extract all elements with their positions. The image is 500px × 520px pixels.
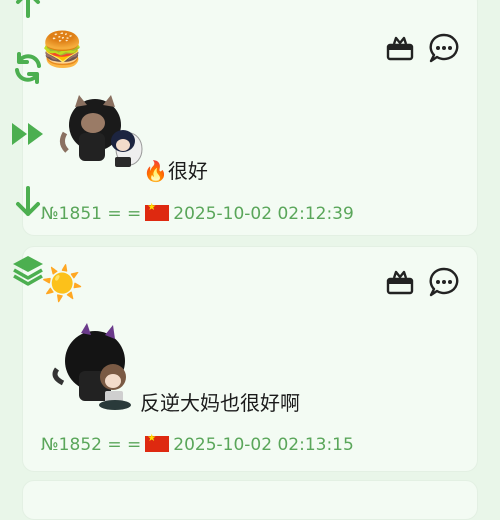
post-card: 🍔 🔥很好 №1851 = = 2025-10-02 02:12:39 (22, 0, 478, 236)
post-timestamp: 2025-10-02 02:12:39 (173, 204, 354, 224)
gift-icon[interactable] (385, 33, 415, 63)
comment-text: 🔥很好 (143, 159, 208, 183)
post-separator: = = (107, 204, 142, 224)
gift-icon[interactable] (385, 267, 415, 297)
comment-icon[interactable] (429, 33, 459, 63)
post-card: ☀️ 反逆大妈也很好啊 №1852 = = 2025-10-02 02:13:15 (22, 246, 478, 472)
comment-icon[interactable] (429, 267, 459, 297)
burger-emoji-icon: 🍔 (41, 30, 84, 70)
fast-forward-icon[interactable] (10, 116, 46, 152)
post-meta: №1851 = = 2025-10-02 02:12:39 (41, 202, 354, 224)
scroll-down-icon[interactable] (10, 184, 46, 220)
china-flag-icon (145, 202, 170, 221)
post-card (22, 480, 478, 520)
post-number: №1851 (41, 204, 102, 224)
post-timestamp: 2025-10-02 02:13:15 (173, 435, 354, 455)
sun-emoji-icon: ☀️ (41, 264, 84, 304)
layers-icon[interactable] (10, 252, 46, 288)
post-separator: = = (107, 435, 142, 455)
comment-text: 反逆大妈也很好啊 (140, 391, 300, 415)
refresh-icon[interactable] (10, 50, 46, 86)
avatar[interactable] (51, 323, 141, 413)
post-meta: №1852 = = 2025-10-02 02:13:15 (41, 433, 354, 455)
china-flag-icon (145, 433, 170, 452)
scroll-top-icon[interactable] (10, 0, 46, 22)
avatar[interactable] (57, 93, 143, 173)
post-number: №1852 (41, 435, 102, 455)
